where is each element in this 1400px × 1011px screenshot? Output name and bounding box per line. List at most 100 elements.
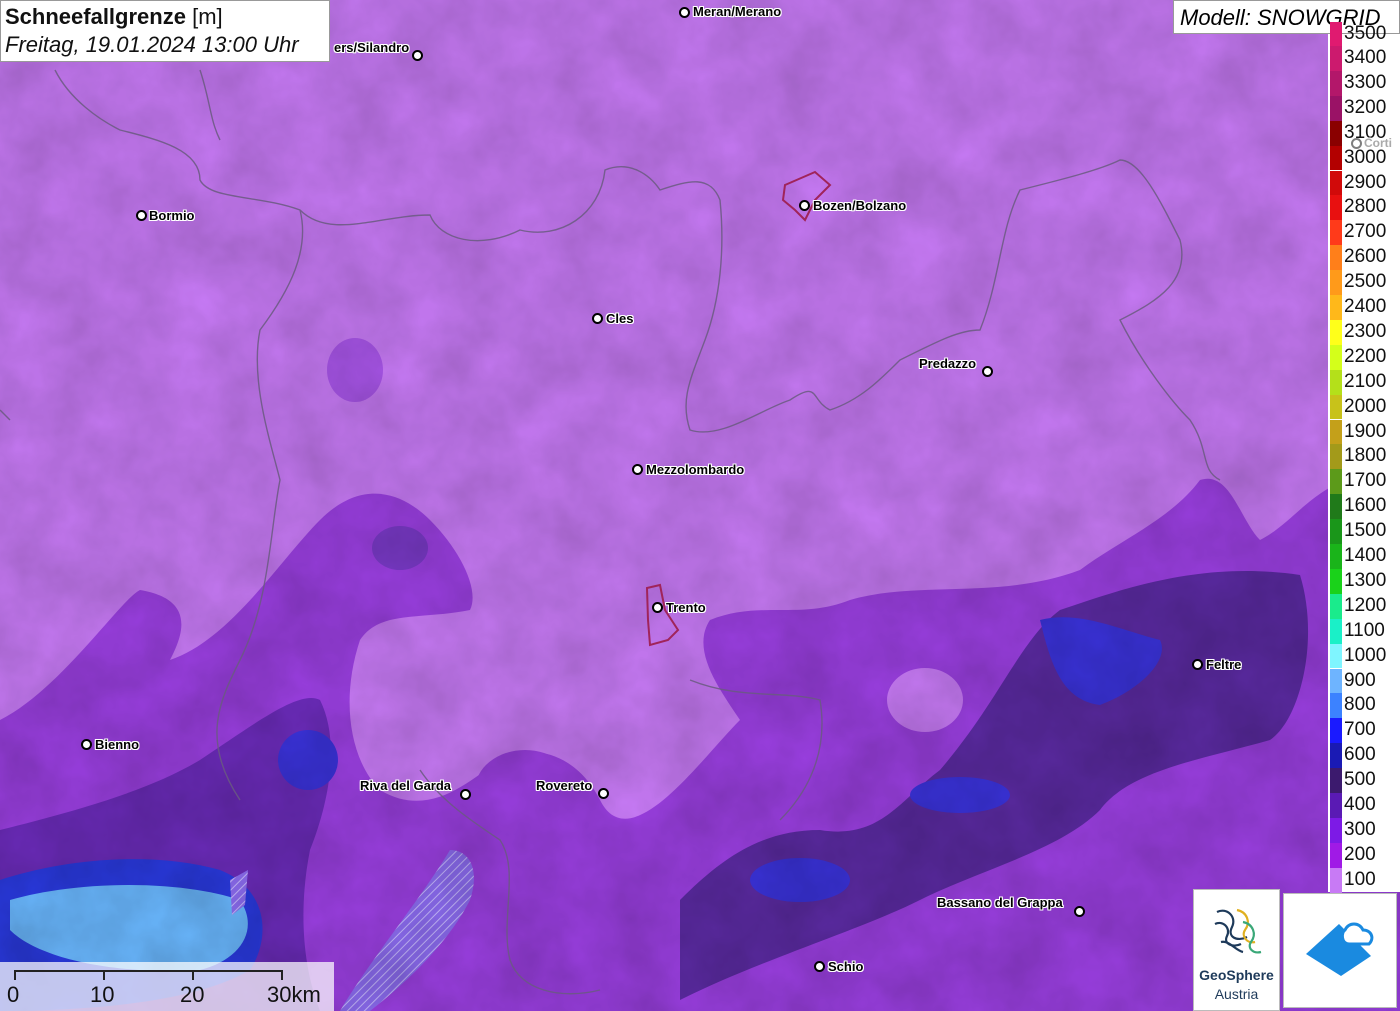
scale-label: 20 — [180, 982, 205, 1007]
legend-label: 1500 — [1344, 520, 1387, 542]
city-label: ers/Silandro — [334, 40, 410, 55]
legend-label: 2800 — [1344, 196, 1387, 218]
legend-label: 2400 — [1344, 296, 1387, 317]
scale-tick — [281, 970, 283, 980]
legend-swatch — [1330, 693, 1342, 719]
legend-label: 1800 — [1344, 445, 1387, 467]
city-dot — [592, 313, 603, 324]
city-label: Bormio — [149, 208, 195, 223]
legend-item: 900 — [1328, 668, 1400, 694]
legend-item: 600 — [1328, 743, 1400, 769]
legend-item: 800 — [1328, 693, 1400, 719]
scale-label: 0 — [7, 982, 20, 1007]
legend-label: 1600 — [1344, 495, 1387, 517]
legend-item: 1100 — [1328, 618, 1400, 644]
legend-swatch — [1330, 817, 1342, 843]
map-datetime: Freitag, 19.01.2024 13:00 Uhr — [5, 32, 299, 57]
city-dot — [652, 602, 663, 613]
scale-line — [14, 970, 282, 972]
legend-item: 500 — [1328, 768, 1400, 793]
legend-swatch — [1330, 46, 1342, 71]
scale-label: 30km — [267, 982, 321, 1007]
city-dot — [632, 464, 643, 475]
legend-label: 2600 — [1344, 246, 1387, 268]
legend-item: 3300 — [1328, 70, 1400, 96]
legend-swatch — [1330, 70, 1342, 96]
city-label: Rovereto — [536, 778, 593, 793]
legend-swatch — [1330, 120, 1342, 146]
legend-label: 1400 — [1344, 545, 1387, 566]
legend-swatch — [1330, 419, 1342, 445]
legend-label: 500 — [1344, 769, 1376, 791]
legend-swatch — [1330, 618, 1342, 644]
legend-item: 2200 — [1328, 344, 1400, 370]
legend-item: 2000 — [1328, 394, 1400, 420]
city-dot — [1192, 659, 1203, 670]
scale-tick — [14, 970, 16, 980]
map-title-box: Schneefallgrenze [m] Freitag, 19.01.2024… — [0, 0, 330, 62]
legend-item: 1900 — [1328, 419, 1400, 445]
legend-item: 3200 — [1328, 95, 1400, 121]
legend-item: 2900 — [1328, 170, 1400, 196]
legend-swatch — [1330, 544, 1342, 569]
legend-label: 800 — [1344, 694, 1376, 716]
city-label: Bienno — [95, 737, 140, 752]
legend-swatch — [1330, 593, 1342, 619]
weather-app-logo[interactable] — [1283, 893, 1397, 1008]
legend-label: 2300 — [1344, 320, 1387, 342]
geosphere-mark-icon — [1214, 908, 1262, 954]
legend-item: 300 — [1328, 817, 1400, 843]
legend-label: 1300 — [1344, 569, 1387, 591]
legend-swatch — [1330, 245, 1342, 271]
map-title-main: Schneefallgrenze — [5, 4, 186, 29]
legend-item: 1000 — [1328, 643, 1400, 669]
legend-item: 3400 — [1328, 46, 1400, 71]
legend-item: 1800 — [1328, 444, 1400, 470]
city-label: Meran/Merano — [693, 4, 782, 19]
city-label: Bozen/Bolzano — [813, 198, 907, 213]
geosphere-text: GeoSphere — [1199, 967, 1274, 983]
geosphere-logo[interactable]: GeoSphere Austria — [1193, 889, 1280, 1011]
legend-swatch — [1330, 768, 1342, 793]
city-dot — [136, 210, 147, 221]
city-dot — [814, 961, 825, 972]
legend-label: 600 — [1344, 744, 1376, 766]
legend-item: 100 — [1328, 867, 1400, 893]
legend-label: 300 — [1344, 818, 1376, 840]
city-label: Trento — [666, 600, 706, 615]
legend-swatch — [1330, 867, 1342, 893]
city-dot — [81, 739, 92, 750]
scale-bar: 0 10 20 30km — [0, 962, 334, 1011]
legend-item: 2500 — [1328, 270, 1400, 295]
city-dot — [412, 50, 423, 61]
legend-swatch — [1330, 469, 1342, 495]
legend-label: 3200 — [1344, 96, 1387, 118]
legend-label: 2500 — [1344, 271, 1387, 293]
map-title-unit: [m] — [192, 4, 223, 29]
legend-swatch — [1330, 270, 1342, 295]
city-label: Cles — [606, 311, 634, 326]
city-dot — [799, 200, 810, 211]
city-label: Mezzolombardo — [646, 462, 745, 477]
scale-label: 10 — [90, 982, 115, 1007]
legend-swatch — [1330, 718, 1342, 744]
legend-item: 1200 — [1328, 593, 1400, 619]
legend-label: 900 — [1344, 669, 1376, 691]
snowfall-limit-map[interactable] — [0, 0, 1400, 1011]
legend-item: 1500 — [1328, 519, 1400, 544]
legend-item: 2300 — [1328, 319, 1400, 345]
terrain-shading — [0, 0, 1400, 1011]
city-label: Schio — [828, 959, 864, 974]
geosphere-subtext: Austria — [1214, 986, 1259, 1002]
legend-label: 1900 — [1344, 420, 1387, 442]
color-legend: 3500 3400 3300 3200 3100 3000 2900 2800 2700 260… — [1328, 22, 1400, 893]
legend-label: 1700 — [1344, 470, 1387, 492]
legend-label: 3400 — [1344, 47, 1387, 68]
legend-swatch — [1330, 22, 1342, 47]
city-dot — [982, 366, 993, 377]
legend-item: 1400 — [1328, 544, 1400, 569]
legend-label: 400 — [1344, 794, 1376, 815]
legend-item: 200 — [1328, 842, 1400, 868]
legend-swatch — [1330, 95, 1342, 121]
legend-swatch — [1330, 344, 1342, 370]
